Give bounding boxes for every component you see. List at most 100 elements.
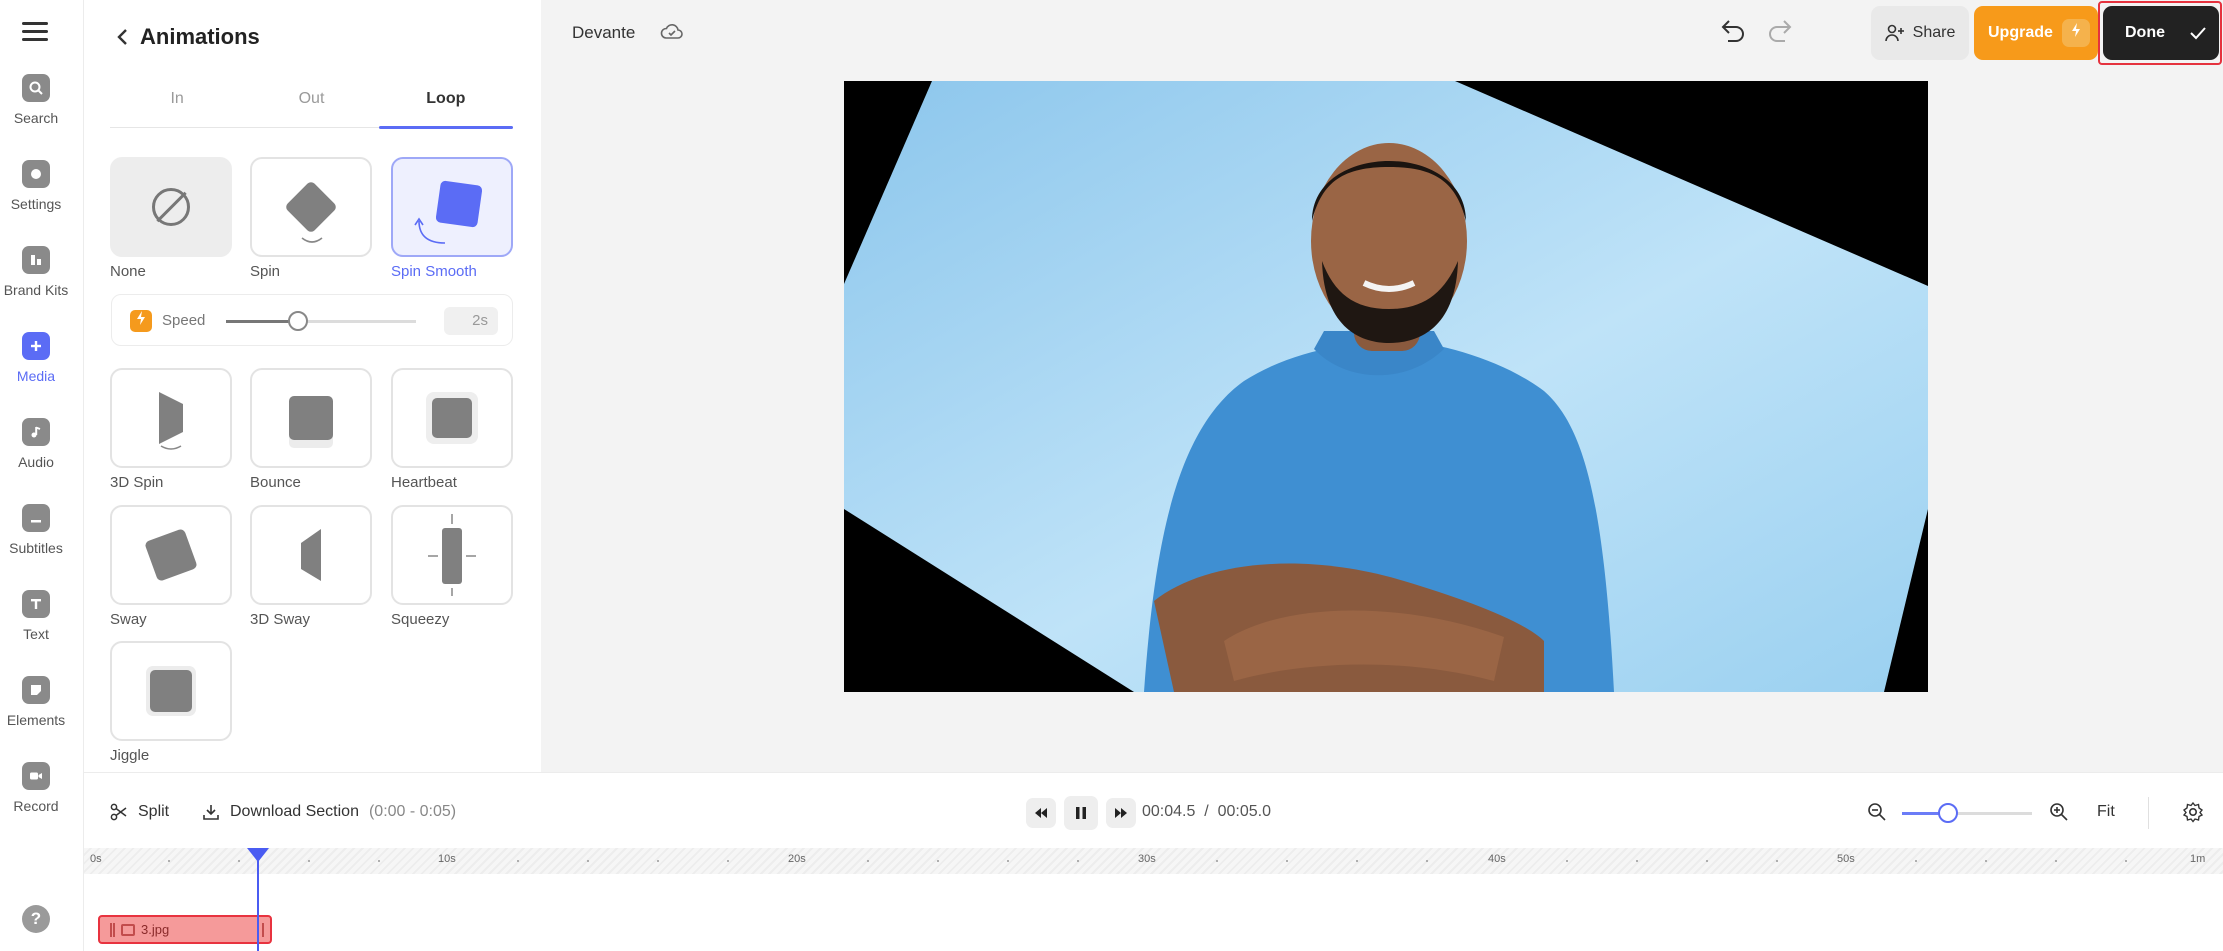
settings-icon — [22, 160, 50, 188]
playhead[interactable] — [257, 859, 259, 951]
timeline-clip[interactable]: 3.jpg — [98, 915, 272, 944]
redo-icon[interactable] — [1765, 18, 1797, 46]
animation-label: Sway — [110, 611, 147, 628]
scissors-icon — [110, 803, 127, 821]
clip-name: 3.jpg — [141, 922, 170, 937]
menu-icon[interactable] — [22, 22, 48, 44]
tab-loop[interactable]: Loop — [378, 84, 514, 129]
clip-trim-handle[interactable] — [262, 923, 264, 937]
animation-squeezy[interactable]: Squeezy — [391, 505, 513, 628]
rail-item-media[interactable]: Media — [0, 332, 72, 384]
bounce-shape-icon — [289, 388, 333, 448]
help-icon[interactable]: ? — [22, 905, 50, 933]
panel-header: Animations — [116, 24, 260, 50]
project-name[interactable]: Devante — [572, 23, 635, 43]
zoom-slider-thumb[interactable] — [1937, 803, 1958, 823]
ruler-tick — [1076, 860, 1079, 862]
download-section-button[interactable]: Download Section (0:00 - 0:05) — [202, 803, 456, 821]
ruler-tick — [1635, 860, 1638, 862]
animation-none[interactable]: None — [110, 157, 232, 280]
share-button[interactable]: Share — [1871, 6, 1969, 60]
ruler-label: 50s — [1837, 853, 1855, 865]
rail-item-search[interactable]: Search — [0, 74, 72, 126]
ruler-tick — [1775, 860, 1778, 862]
ruler-tick — [307, 860, 310, 862]
share-label: Share — [1912, 24, 1956, 41]
rail-label: Search — [13, 110, 59, 126]
upgrade-button[interactable]: Upgrade — [1974, 6, 2098, 60]
rotate-arrow-icon — [414, 217, 446, 244]
rail-label: Elements — [6, 712, 66, 728]
animation-label: 3D Spin — [110, 474, 164, 491]
pause-icon — [1076, 807, 1086, 819]
rail-item-record[interactable]: Record — [0, 762, 72, 814]
ruler-tick — [237, 860, 240, 862]
rewind-button[interactable] — [1026, 798, 1056, 828]
split-button[interactable]: Split — [110, 803, 169, 821]
divider — [2148, 797, 2149, 829]
zoom-in-icon[interactable] — [2048, 801, 2070, 823]
download-label: Download Section — [230, 803, 359, 820]
playback-controls — [1026, 796, 1136, 830]
ruler-tick — [1705, 860, 1708, 862]
rail-item-settings[interactable]: Settings — [0, 160, 72, 212]
rail-label: Record — [13, 798, 59, 814]
rotated-photo — [844, 81, 1928, 692]
animation-3d-sway-preview — [250, 505, 372, 605]
gear-icon[interactable] — [2182, 801, 2204, 823]
fast-forward-icon — [1115, 808, 1127, 818]
tab-out[interactable]: Out — [244, 84, 378, 127]
lightning-icon — [130, 310, 152, 332]
subtitles-icon — [22, 504, 50, 532]
tab-in[interactable]: In — [110, 84, 244, 127]
pause-button[interactable] — [1064, 796, 1098, 830]
none-icon — [152, 188, 190, 226]
done-button[interactable]: Done — [2103, 6, 2219, 60]
left-rail: Search Settings Brand Kits Media Audio S… — [0, 0, 84, 951]
speed-value-field[interactable]: 2s — [444, 307, 498, 335]
animation-label: Spin Smooth — [391, 263, 477, 280]
fit-button[interactable]: Fit — [2097, 803, 2115, 821]
split-label: Split — [138, 803, 170, 820]
speed-slider-thumb[interactable] — [288, 311, 309, 331]
animation-sway[interactable]: Sway — [110, 505, 232, 628]
zoom-out-icon[interactable] — [1866, 801, 1888, 823]
animation-label: Spin — [250, 263, 281, 280]
current-time: 00:04.5 — [1142, 803, 1196, 820]
time-separator: / — [1204, 803, 1209, 820]
checkmark-icon — [2190, 27, 2206, 40]
rail-label: Brand Kits — [3, 282, 69, 298]
undo-icon[interactable] — [1716, 18, 1748, 46]
animation-spin[interactable]: Spin — [250, 157, 372, 280]
rail-item-subtitles[interactable]: Subtitles — [0, 504, 72, 556]
video-preview-canvas[interactable] — [844, 81, 1928, 692]
animation-none-preview — [110, 157, 232, 257]
ruler-tick — [1006, 860, 1009, 862]
rail-item-elements[interactable]: Elements — [0, 676, 72, 728]
fast-forward-button[interactable] — [1106, 798, 1136, 828]
animation-heartbeat[interactable]: Heartbeat — [391, 368, 513, 491]
animation-bounce[interactable]: Bounce — [250, 368, 372, 491]
download-range: (0:00 - 0:05) — [368, 803, 457, 820]
animation-label: 3D Sway — [250, 611, 311, 628]
animation-3d-spin[interactable]: 3D Spin — [110, 368, 232, 491]
animation-3d-sway[interactable]: 3D Sway — [250, 505, 372, 628]
sway-shape-icon — [144, 528, 198, 582]
ruler-label: 40s — [1488, 853, 1506, 865]
animation-spin-smooth[interactable]: Spin Smooth — [391, 157, 513, 280]
rail-item-brand-kits[interactable]: Brand Kits — [0, 246, 72, 298]
clip-drag-handle[interactable] — [110, 922, 115, 937]
rail-item-text[interactable]: Text — [0, 590, 72, 642]
playhead-handle[interactable] — [247, 848, 269, 862]
rewind-icon — [1035, 808, 1047, 818]
animation-tabs: In Out Loop — [110, 84, 514, 129]
animation-jiggle[interactable]: Jiggle — [110, 641, 232, 764]
back-chevron-icon[interactable] — [116, 27, 130, 47]
ruler-label: 30s — [1138, 853, 1156, 865]
media-icon — [22, 332, 50, 360]
heartbeat-shape-icon — [426, 392, 478, 444]
search-icon — [22, 74, 50, 102]
panel-title: Animations — [140, 24, 260, 49]
rail-item-audio[interactable]: Audio — [0, 418, 72, 470]
ruler-tick — [1565, 860, 1568, 862]
